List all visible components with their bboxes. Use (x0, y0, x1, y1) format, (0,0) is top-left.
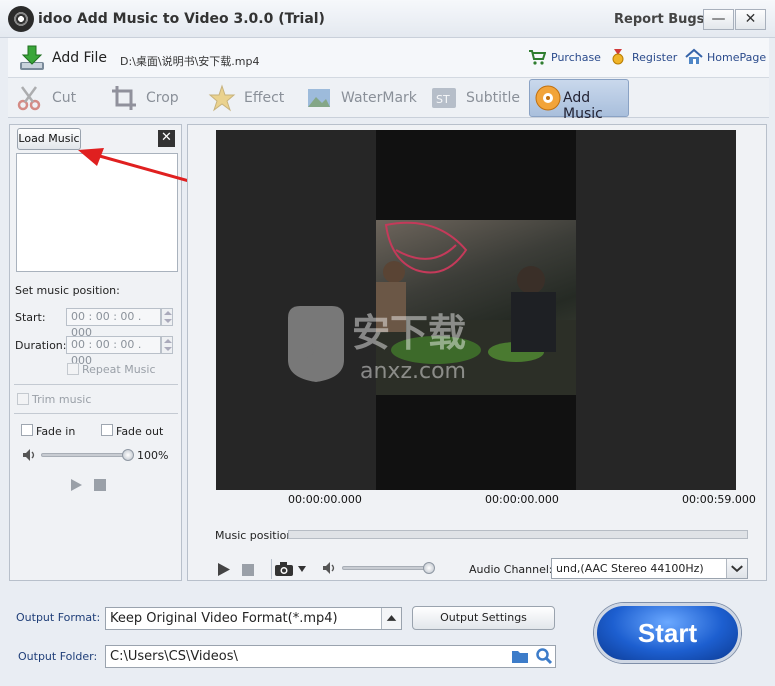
svg-text:ST: ST (436, 93, 450, 106)
divider (271, 559, 272, 579)
music-volume-slider-thumb[interactable] (122, 449, 134, 461)
crop-icon (112, 86, 136, 110)
tab-watermark[interactable]: WaterMark (305, 80, 420, 116)
subtitle-icon: ST (432, 88, 456, 108)
tab-label: Add Music (563, 90, 603, 122)
chevron-up-icon[interactable] (381, 608, 401, 629)
video-volume-slider-thumb[interactable] (423, 562, 435, 574)
music-position-label: Music position: (215, 529, 298, 542)
start-label: Start: (15, 311, 46, 324)
tab-add-music[interactable]: Add Music (529, 79, 629, 122)
add-file-button[interactable]: Add File (52, 50, 107, 66)
tab-label: WaterMark (341, 90, 417, 106)
fade-in-checkbox[interactable] (21, 424, 33, 436)
restaurant-scene-image (376, 221, 576, 395)
stop-icon[interactable] (242, 564, 254, 576)
set-music-position-label: Set music position: (15, 284, 120, 297)
chevron-down-icon[interactable] (297, 564, 307, 574)
play-icon[interactable] (217, 562, 231, 577)
window-title: idoo Add Music to Video 3.0.0 (Trial) (38, 11, 325, 27)
output-format-select[interactable]: Keep Original Video Format(*.mp4) (105, 607, 402, 630)
speaker-icon[interactable] (22, 448, 36, 462)
output-settings-button[interactable]: Output Settings (412, 606, 555, 630)
music-volume-percent: 100% (137, 449, 169, 462)
fade-out-checkbox[interactable] (101, 424, 113, 436)
duration-label: Duration: (15, 339, 67, 352)
repeat-music-checkbox[interactable] (67, 363, 79, 375)
search-icon[interactable] (535, 647, 553, 665)
output-format-label: Output Format: (16, 611, 101, 624)
tab-subtitle[interactable]: ST Subtitle (430, 80, 525, 116)
tab-label: Subtitle (466, 90, 521, 106)
purchase-link[interactable]: Purchase (551, 51, 601, 64)
duration-time-spinner[interactable] (161, 336, 173, 354)
register-link[interactable]: Register (632, 51, 677, 64)
output-folder-label: Output Folder: (18, 650, 98, 663)
speaker-icon[interactable] (322, 561, 336, 575)
app-logo-icon (8, 6, 34, 32)
output-folder-input[interactable]: C:\Users\CS\Videos\ (105, 645, 556, 668)
timecode-start: 00:00:00.000 (288, 493, 362, 506)
audio-channel-label: Audio Channel: (469, 563, 553, 576)
start-time-input[interactable]: 00 : 00 : 00 . 000 (66, 308, 161, 339)
tab-label: Effect (244, 90, 285, 106)
cart-icon[interactable] (528, 48, 546, 66)
tab-crop[interactable]: Crop (110, 80, 200, 116)
music-volume-slider-track[interactable] (41, 453, 128, 457)
music-disc-icon (535, 85, 561, 111)
register-medal-icon[interactable] (609, 48, 627, 66)
play-music-icon[interactable] (69, 478, 83, 492)
timecode-end: 00:00:59.000 (682, 493, 756, 506)
camera-snapshot-icon[interactable] (274, 561, 294, 577)
divider (14, 384, 178, 385)
close-window-button[interactable]: ✕ (735, 9, 766, 30)
timecode-current: 00:00:00.000 (485, 493, 559, 506)
duration-time-input[interactable]: 00 : 00 : 00 . 000 (66, 336, 161, 367)
trim-music-checkbox[interactable] (17, 393, 29, 405)
music-position-bar[interactable] (288, 530, 748, 539)
start-time-spinner[interactable] (161, 308, 173, 326)
tab-label: Crop (146, 90, 179, 106)
current-file-path: D:\桌面\说明书\安下载.mp4 (120, 55, 260, 68)
start-button[interactable]: Start (594, 603, 741, 663)
trim-music-label: Trim music (32, 393, 92, 406)
tab-label: Cut (52, 90, 77, 106)
video-volume-slider-track[interactable] (342, 566, 429, 570)
homepage-link[interactable]: HomePage (707, 51, 766, 64)
tab-cut[interactable]: Cut (16, 80, 106, 116)
star-icon (208, 84, 236, 112)
watermark-icon (308, 89, 330, 107)
scissors-icon (17, 86, 41, 111)
minimize-button[interactable]: — (703, 9, 734, 30)
repeat-music-label: Repeat Music (82, 363, 156, 376)
chevron-down-icon[interactable] (726, 559, 747, 578)
stop-music-icon[interactable] (94, 479, 106, 491)
home-icon[interactable] (685, 48, 703, 66)
fade-in-label: Fade in (36, 425, 76, 438)
add-file-icon[interactable] (18, 44, 46, 72)
report-bugs-link[interactable]: Report Bugs (614, 12, 704, 27)
divider (14, 413, 178, 414)
video-frame-image (376, 220, 576, 395)
fade-out-label: Fade out (116, 425, 164, 438)
tab-effect[interactable]: Effect (208, 80, 303, 116)
audio-channel-select[interactable]: und,(AAC Stereo 44100Hz) (551, 558, 748, 579)
folder-icon[interactable] (511, 648, 529, 664)
